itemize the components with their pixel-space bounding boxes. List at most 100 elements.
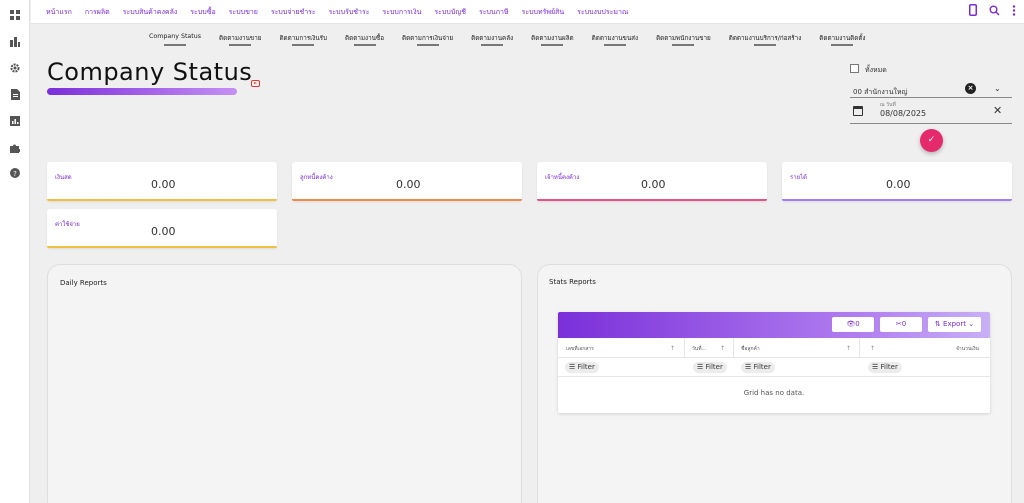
revenue-label: รายได้ <box>790 174 808 181</box>
receivable-label: ลูกหนี้คงค้าง <box>300 174 333 181</box>
revenue-value: 0.00 <box>886 178 911 191</box>
nav-purchase[interactable]: ระบบซื้อ <box>190 7 215 18</box>
all-label: ทั้งหมด <box>865 66 887 74</box>
help-icon[interactable]: ? <box>8 166 22 180</box>
column-date[interactable]: วันที่... ↑ <box>685 338 734 358</box>
title-underline <box>47 88 237 95</box>
tab-receipt-tracking[interactable]: ติดตามการเงินรับ <box>279 33 327 43</box>
clear-icon[interactable]: × <box>965 83 976 94</box>
settings-icon[interactable] <box>8 61 22 75</box>
nav-production[interactable]: การผลิต <box>85 7 110 18</box>
expense-accent <box>47 246 277 248</box>
expense-value: 0.00 <box>151 225 176 238</box>
date-field[interactable]: ณ วันที่ 08/08/2025 ✕ <box>850 100 1012 124</box>
phone-icon[interactable] <box>969 4 977 16</box>
sort-up-icon[interactable]: ↑ <box>670 345 675 352</box>
cash-label: เงินสด <box>55 174 72 181</box>
filter-label: Filter <box>753 363 771 371</box>
puzzle-icon[interactable] <box>8 141 22 155</box>
sort-up-icon[interactable]: ↑ <box>720 345 725 352</box>
revenue-card: รายได้ 0.00 <box>782 162 1012 201</box>
filter-chip[interactable]: ☰ Filter <box>693 362 727 373</box>
column-label: ชื่อลูกค้า <box>741 346 760 352</box>
filter-chip[interactable]: ☰ Filter <box>868 362 902 373</box>
expense-label: ค่าใช้จ่าย <box>55 221 80 228</box>
grid-toolbar: 👁0 ✂0 ⇅ Export ⌄ <box>558 312 990 338</box>
column-doc-no[interactable]: เลขที่เอกสาร ↑ <box>558 338 685 358</box>
payable-label: เจ้าหนี้คงค้าง <box>545 174 580 181</box>
more-vert-icon[interactable] <box>1012 4 1016 16</box>
svg-text:?: ? <box>13 170 17 178</box>
payable-card: เจ้าหนี้คงค้าง 0.00 <box>537 162 767 201</box>
sort-up-icon[interactable]: ↑ <box>846 345 851 352</box>
cash-value: 0.00 <box>151 178 176 191</box>
nav-budget[interactable]: ระบบงบประมาณ <box>577 7 628 18</box>
receivable-accent <box>292 199 522 201</box>
stats-reports-title: Stats Reports <box>549 278 596 286</box>
sort-up-icon[interactable]: ↑ <box>870 345 875 352</box>
revenue-accent <box>782 199 1012 201</box>
grid-filters: ☰ Filter ☰ Filter ☰ Filter ☰ Filter <box>558 358 990 377</box>
check-icon: ✓ <box>927 135 936 145</box>
tab-shipping-tracking[interactable]: ติดตามงานขนส่ง <box>592 33 638 43</box>
document-icon[interactable] <box>8 87 22 101</box>
tab-service-tracking[interactable]: ติดตามงานบริการ/ก่อสร้าง <box>729 33 802 43</box>
chevron-down-icon[interactable]: ⌄ <box>994 84 1001 93</box>
empty-message: Grid has no data. <box>743 389 805 397</box>
confirm-button[interactable]: ✓ <box>920 129 943 152</box>
cash-card: เงินสด 0.00 <box>47 162 277 201</box>
tab-inventory-tracking[interactable]: ติดตามงานคลัง <box>471 33 513 43</box>
view-count: 0 <box>855 320 860 328</box>
payable-accent <box>537 199 767 201</box>
search-icon[interactable] <box>989 5 1000 16</box>
report-icon[interactable] <box>8 114 22 128</box>
all-checkbox[interactable] <box>850 64 859 73</box>
payable-value: 0.00 <box>641 178 666 191</box>
branch-value: 00 สำนักงานใหญ่ <box>853 88 908 96</box>
column-label: วันที่... <box>692 346 707 352</box>
nav-receipt[interactable]: ระบบรับชำระ <box>329 7 370 18</box>
column-customer[interactable]: ชื่อลูกค้า ↑ <box>734 338 860 358</box>
nav-accounting[interactable]: ระบบบัญชี <box>434 7 466 18</box>
video-icon[interactable] <box>251 80 260 87</box>
tab-purchase-tracking[interactable]: ติดตามงานซื้อ <box>345 33 384 43</box>
branch-select[interactable]: 00 สำนักงานใหญ่ × ⌄ <box>850 83 1012 98</box>
column-label: เลขที่เอกสาร <box>566 346 594 352</box>
sort-icon: ⇅ <box>934 320 941 328</box>
nav-finance[interactable]: ระบบการเงิน <box>382 7 421 18</box>
nav-sales[interactable]: ระบบขาย <box>229 7 258 18</box>
column-label: จำนวนเงิน <box>956 346 979 352</box>
tab-sales-tracking[interactable]: ติดตามงานขาย <box>219 33 261 43</box>
daily-reports-panel <box>47 264 522 503</box>
nav-inventory[interactable]: ระบบสินค้าคงคลัง <box>123 7 178 18</box>
tab-production-tracking[interactable]: ติดตามงานผลิต <box>531 33 574 43</box>
filter-chip[interactable]: ☰ Filter <box>565 362 599 373</box>
nav-home[interactable]: หน้าแรก <box>46 7 72 18</box>
nav-assets[interactable]: ระบบทรัพย์สิน <box>522 7 565 18</box>
dashboard-icon[interactable] <box>8 8 22 22</box>
eye-icon: 👁 <box>846 320 856 328</box>
daily-reports-title: Daily Reports <box>60 279 107 287</box>
nav-tax[interactable]: ระบบภาษี <box>479 7 509 18</box>
filter-label: Filter <box>705 363 723 371</box>
sidebar: ? <box>0 0 30 503</box>
chevron-down-icon: ⌄ <box>968 320 975 328</box>
tab-salesperson-tracking[interactable]: ติดตามพนักงานขาย <box>656 33 711 43</box>
filter-label: Filter <box>577 363 595 371</box>
filter-chip[interactable]: ☰ Filter <box>741 362 775 373</box>
bank-icon[interactable] <box>8 35 22 49</box>
column-amount[interactable]: ↑ จำนวนเงิน <box>860 338 990 358</box>
hide-button[interactable]: ✂0 <box>880 317 922 332</box>
close-icon[interactable]: ✕ <box>993 104 1002 117</box>
page-title: Company Status <box>47 58 253 86</box>
grid-columns: เลขที่เอกสาร ↑ วันที่... ↑ ชื่อลูกค้า ↑ … <box>558 338 990 358</box>
tab-payment-tracking[interactable]: ติดตามการเงินจ่าย <box>402 33 453 43</box>
cash-accent <box>47 199 277 201</box>
tab-installation-tracking[interactable]: ติดตามงานติดตั้ง <box>819 33 865 43</box>
tab-company-status[interactable]: Company Status <box>149 33 201 43</box>
nav-payment[interactable]: ระบบจ่ายชำระ <box>271 7 316 18</box>
calendar-icon[interactable] <box>853 106 863 116</box>
receivable-card: ลูกหนี้คงค้าง 0.00 <box>292 162 522 201</box>
export-button[interactable]: ⇅ Export ⌄ <box>928 317 981 332</box>
view-button[interactable]: 👁0 <box>832 317 874 332</box>
